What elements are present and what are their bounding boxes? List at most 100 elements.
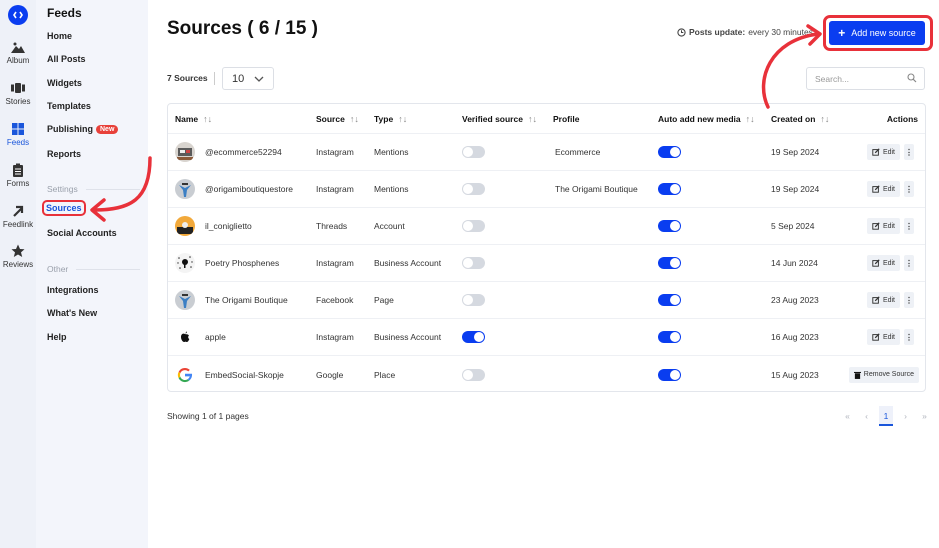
app-logo-icon[interactable] <box>8 5 28 25</box>
rail-item-feedlink[interactable]: Feedlink <box>0 204 36 229</box>
edit-button[interactable]: Edit <box>866 255 900 271</box>
page-button[interactable]: 1 <box>879 406 893 426</box>
col-profile: Profile <box>553 104 579 133</box>
menu-item-sources[interactable]: Sources <box>42 200 86 216</box>
sort-icon[interactable]: ↑↓ <box>746 114 755 124</box>
verified-toggle[interactable] <box>462 294 485 306</box>
verified-toggle[interactable] <box>462 368 485 381</box>
settings-section-label: Settings <box>47 184 140 194</box>
auto-add-toggle[interactable] <box>658 146 681 158</box>
menu-item-help[interactable]: Help <box>44 330 70 344</box>
col-type[interactable]: Type ↑↓ <box>374 104 407 133</box>
auto-add-toggle[interactable] <box>658 183 681 195</box>
col-name[interactable]: Name ↑↓ <box>175 104 212 133</box>
more-options-button[interactable]: ⋮ <box>904 181 914 197</box>
menu-title: Feeds <box>47 6 82 20</box>
edit-button[interactable]: Edit <box>866 144 900 160</box>
menu-item-reports[interactable]: Reports <box>44 147 84 161</box>
avatar <box>175 364 195 385</box>
menu-item-integrations[interactable]: Integrations <box>44 283 102 297</box>
auto-add-toggle[interactable] <box>658 257 681 269</box>
profile-cell: The Origami Boutique <box>555 184 638 194</box>
avatar <box>175 179 195 199</box>
edit-button[interactable]: Edit <box>866 329 900 345</box>
more-options-button[interactable]: ⋮ <box>904 144 914 160</box>
rail-item-forms[interactable]: Forms <box>0 163 36 188</box>
sort-icon[interactable]: ↑↓ <box>203 114 212 124</box>
more-options-button[interactable]: ⋮ <box>904 329 914 345</box>
sort-icon[interactable]: ↑↓ <box>398 114 407 124</box>
app-root: Album Stories Feeds Forms Feedlink Revie… <box>0 0 939 548</box>
divider <box>214 72 215 85</box>
last-page-icon[interactable]: » <box>915 411 934 421</box>
type-cell: Mentions <box>374 184 409 194</box>
row-actions: Edit ⋮ <box>866 171 914 207</box>
sort-icon[interactable]: ↑↓ <box>528 114 537 124</box>
more-options-button[interactable]: ⋮ <box>904 255 914 271</box>
menu-item-publishing[interactable]: Publishing New <box>44 122 121 136</box>
add-new-source-button[interactable]: + Add new source <box>829 21 925 45</box>
edit-button[interactable]: Edit <box>866 292 900 308</box>
col-verified[interactable]: Verified source ↑↓ <box>462 104 537 133</box>
auto-add-cell <box>658 134 681 170</box>
edit-label: Edit <box>882 222 895 230</box>
prev-page-icon[interactable]: ‹ <box>857 411 876 421</box>
edit-button[interactable]: Edit <box>866 218 900 234</box>
rail-item-feeds[interactable]: Feeds <box>0 122 36 147</box>
verified-toggle[interactable] <box>462 183 485 195</box>
search-input[interactable]: Search... <box>806 67 925 90</box>
created-cell: 19 Sep 2024 <box>771 184 820 194</box>
verified-cell <box>462 171 485 207</box>
auto-add-toggle[interactable] <box>658 331 681 343</box>
next-page-icon[interactable]: › <box>896 411 915 421</box>
rail-item-reviews[interactable]: Reviews <box>0 244 36 269</box>
created-cell: 23 Aug 2023 <box>771 295 819 305</box>
rail-item-stories[interactable]: Stories <box>0 81 36 106</box>
verified-toggle[interactable] <box>462 146 485 158</box>
kebab-icon: ⋮ <box>905 295 913 305</box>
created-cell: 16 Aug 2023 <box>771 332 819 342</box>
menu-item-templates[interactable]: Templates <box>44 99 94 113</box>
verified-toggle[interactable] <box>462 257 485 269</box>
menu-item-all-posts[interactable]: All Posts <box>44 52 89 66</box>
auto-add-toggle[interactable] <box>658 368 681 381</box>
menu-item-whats-new[interactable]: What's New <box>44 306 100 320</box>
col-label: Type <box>374 113 394 124</box>
more-options-button[interactable]: ⋮ <box>904 218 914 234</box>
edit-icon <box>872 296 880 304</box>
auto-add-toggle[interactable] <box>658 294 681 306</box>
auto-add-cell <box>658 245 681 281</box>
col-auto-add[interactable]: Auto add new media ↑↓ <box>658 104 755 133</box>
kebab-icon: ⋮ <box>905 221 913 231</box>
verified-toggle[interactable] <box>462 220 485 232</box>
col-created[interactable]: Created on ↑↓ <box>771 104 829 133</box>
row-actions: Edit ⋮ <box>866 134 914 170</box>
first-page-icon[interactable]: « <box>838 411 857 421</box>
menu-item-home[interactable]: Home <box>44 29 75 43</box>
table-row: @origamiboutiquestore Instagram Mentions… <box>168 171 925 208</box>
table-row: EmbedSocial-Skopje Google Place 15 Aug 2… <box>168 356 925 391</box>
menu-item-widgets[interactable]: Widgets <box>44 76 85 90</box>
remove-label: Remove Source <box>863 371 914 378</box>
verified-toggle[interactable] <box>462 331 485 343</box>
pagination: « ‹ 1 › » <box>838 406 934 426</box>
edit-button[interactable]: Edit <box>866 181 900 197</box>
remove-source-button[interactable]: Remove Source <box>848 366 919 383</box>
more-options-button[interactable]: ⋮ <box>904 292 914 308</box>
row-actions: Remove Source <box>848 356 919 391</box>
per-page-select[interactable]: 10 <box>222 67 274 90</box>
auto-add-toggle[interactable] <box>658 220 681 232</box>
rail-item-album[interactable]: Album <box>0 40 36 65</box>
menu-item-social-accounts[interactable]: Social Accounts <box>44 226 120 240</box>
name-cell: apple <box>175 319 226 355</box>
col-source[interactable]: Source ↑↓ <box>316 104 359 133</box>
source-name: EmbedSocial-Skopje <box>205 369 284 380</box>
source-cell: Threads <box>316 221 348 231</box>
auto-add-cell <box>658 319 681 355</box>
sort-icon[interactable]: ↑↓ <box>820 114 829 124</box>
source-name: The Origami Boutique <box>205 295 288 305</box>
table-header: Name ↑↓ Source ↑↓ Type ↑↓ Verified source ↑↓… <box>168 104 925 134</box>
source-name: il_coniglietto <box>205 221 252 231</box>
name-cell: The Origami Boutique <box>175 282 288 318</box>
sort-icon[interactable]: ↑↓ <box>350 114 359 124</box>
